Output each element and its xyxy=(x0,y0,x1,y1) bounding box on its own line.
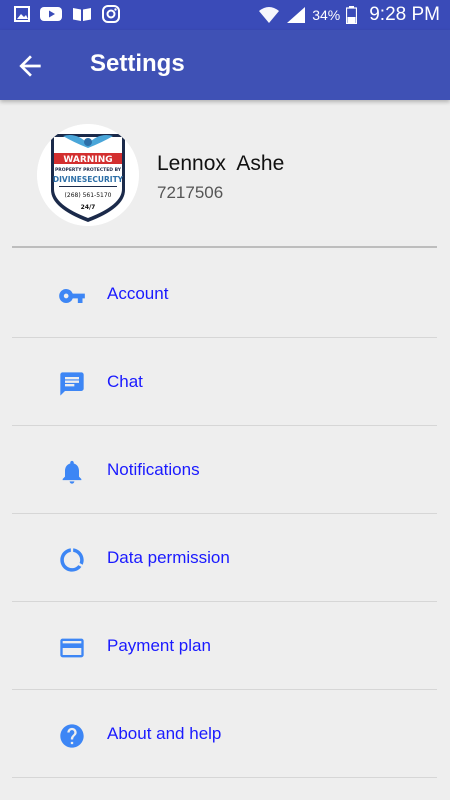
avatar-brand-text: DIVINESECURITY xyxy=(53,175,124,184)
menu-item-payment-plan[interactable]: Payment plan xyxy=(0,602,450,690)
credit-card-icon xyxy=(60,638,84,658)
youtube-icon xyxy=(40,7,62,21)
battery-percent: 34% xyxy=(312,7,341,23)
menu-label-data-permission: Data permission xyxy=(107,548,230,567)
data-usage-icon xyxy=(60,548,84,572)
menu-item-notifications[interactable]: Notifications xyxy=(0,426,450,514)
menu-label-chat: Chat xyxy=(107,372,143,391)
arrow-back-icon xyxy=(19,55,41,77)
avatar-hours-text: 24/7 xyxy=(81,204,96,211)
status-bar: 34% 9:28 PM xyxy=(0,0,450,30)
avatar-warning-text: WARNING xyxy=(63,155,112,165)
menu-label-about-help: About and help xyxy=(107,724,222,743)
notification-icons xyxy=(14,5,120,23)
menu-label-notifications: Notifications xyxy=(107,460,200,479)
avatar-protected-text: PROPERTY PROTECTED BY xyxy=(55,167,122,173)
clock: 9:28 PM xyxy=(369,4,440,25)
menu-item-about-help[interactable]: About and help xyxy=(0,690,450,778)
key-icon xyxy=(59,289,85,303)
profile-header: WARNING PROPERTY PROTECTED BY DIVINESECU… xyxy=(0,100,450,246)
menu-item-chat[interactable]: Chat xyxy=(0,338,450,426)
avatar[interactable]: WARNING PROPERTY PROTECTED BY DIVINESECU… xyxy=(37,124,139,226)
signal-icon xyxy=(287,7,306,23)
app-bar: Settings xyxy=(0,30,450,100)
news-icon xyxy=(73,8,91,21)
profile-name: Lennox Ashe xyxy=(157,152,285,175)
wifi-icon xyxy=(259,7,280,23)
menu-label-account: Account xyxy=(107,284,169,303)
gallery-icon xyxy=(14,6,30,22)
menu-item-account[interactable]: Account xyxy=(0,250,450,338)
menu-divider xyxy=(12,777,437,778)
avatar-phone-text: (268) 561-5170 xyxy=(65,192,112,199)
profile-id: 7217506 xyxy=(157,183,224,202)
system-status: 34% 9:28 PM xyxy=(258,4,440,26)
security-badge-logo: WARNING PROPERTY PROTECTED BY DIVINESECU… xyxy=(37,124,139,226)
bell-icon xyxy=(62,460,82,484)
help-icon xyxy=(60,724,84,748)
profile-divider xyxy=(12,246,437,248)
menu-label-payment-plan: Payment plan xyxy=(107,636,211,655)
back-button[interactable] xyxy=(14,50,46,82)
page-title: Settings xyxy=(90,50,185,77)
instagram-icon xyxy=(102,5,120,23)
menu-item-data-permission[interactable]: Data permission xyxy=(0,514,450,602)
battery-icon xyxy=(346,6,358,24)
chat-icon xyxy=(60,372,84,396)
